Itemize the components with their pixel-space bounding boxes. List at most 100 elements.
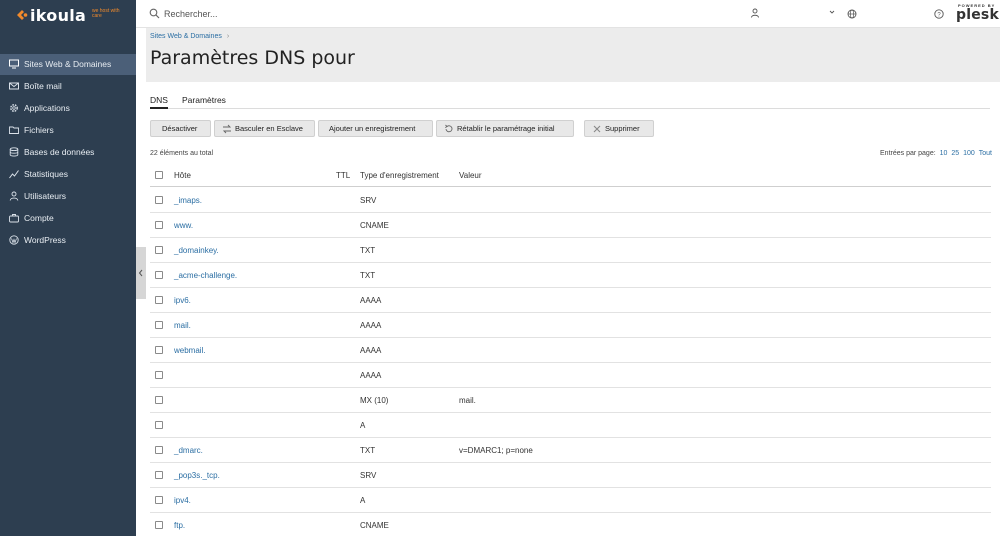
globe-icon[interactable] [847,9,857,19]
logo[interactable]: ikoula we host with care [0,0,136,28]
host-link[interactable]: _acme-challenge. [174,271,237,280]
help-icon[interactable]: ? [934,9,944,19]
sidebar-item-websites-domains[interactable]: Sites Web & Domaines [0,54,136,75]
column-header-host[interactable]: Hôte [174,171,191,180]
table-row: _acme-challenge. TXT [150,263,991,288]
table-row: A [150,413,991,438]
table-row: webmail. AAAA [150,338,991,363]
database-icon [9,147,19,157]
row-checkbox[interactable] [155,271,163,279]
host-link[interactable]: ftp. [174,521,185,530]
tab-dns[interactable]: DNS [150,95,168,109]
per-page-option-100[interactable]: 100 [963,150,975,157]
table-row: www. CNAME [150,213,991,238]
row-checkbox[interactable] [155,521,163,529]
switch-to-slave-button[interactable]: Basculer en Esclave [214,120,315,137]
table-row: _domainkey. TXT [150,238,991,263]
row-checkbox[interactable] [155,196,163,204]
switch-to-slave-button-label: Basculer en Esclave [235,124,303,133]
host-link[interactable]: _pop3s._tcp. [174,471,220,480]
folder-icon [9,126,19,134]
table-header: Hôte TTL Type d'enregistrement Valeur [150,163,991,187]
host-link[interactable]: _domainkey. [174,246,219,255]
column-header-value[interactable]: Valeur [459,171,482,180]
plesk-logo: plesk [956,7,999,23]
restore-default-button[interactable]: Rétablir le paramétrage initial [436,120,574,137]
host-link[interactable]: ipv4. [174,496,191,505]
row-checkbox[interactable] [155,471,163,479]
record-type-cell: AAAA [360,321,382,330]
record-type-cell: A [360,421,366,430]
per-page-option-25[interactable]: 25 [951,150,959,157]
page-title: Paramètres DNS pour [150,47,355,69]
record-type-cell: CNAME [360,221,389,230]
gear-icon [10,104,18,112]
row-checkbox[interactable] [155,496,163,504]
entries-per-page-label: Entrées par page: [880,150,936,157]
row-checkbox[interactable] [155,221,163,229]
add-record-button[interactable]: Ajouter un enregistrement [318,120,433,137]
search-input[interactable] [164,6,464,22]
row-checkbox[interactable] [155,296,163,304]
row-checkbox[interactable] [155,346,163,354]
sidebar-item-files[interactable]: Fichiers [0,120,136,141]
host-link[interactable]: webmail. [174,346,206,355]
row-checkbox[interactable] [155,246,163,254]
table-row: MX (10) mail. [150,388,991,413]
host-link[interactable]: _imaps. [174,196,202,205]
select-all-checkbox[interactable] [155,171,163,179]
chevron-down-icon[interactable] [828,8,836,16]
ikoula-logo-icon [17,10,28,20]
sidebar-item-applications[interactable]: Applications [0,98,136,119]
value-cell: v=DMARC1; p=none [459,446,533,455]
sidebar-item-label: Utilisateurs [24,191,67,201]
delete-button[interactable]: Supprimer [584,120,654,137]
per-page-option-all[interactable]: Tout [979,150,992,157]
row-checkbox[interactable] [155,396,163,404]
logo-text: ikoula [30,6,87,25]
record-type-cell: SRV [360,196,377,205]
column-header-type[interactable]: Type d'enregistrement [360,171,439,180]
sidebar-item-account[interactable]: Compte [0,208,136,229]
sidebar-item-wordpress[interactable]: WordPress [0,230,136,251]
record-type-cell: TXT [360,271,376,280]
account-icon [9,214,19,223]
stats-icon [9,170,19,179]
breadcrumb-link-websites-domains[interactable]: Sites Web & Domaines [150,33,222,40]
sidebar-item-label: Fichiers [24,125,54,135]
sidebar-item-label: Bases de données [24,147,95,157]
mail-icon [9,82,19,90]
record-type-cell: AAAA [360,346,382,355]
host-link[interactable]: _dmarc. [174,446,203,455]
add-record-button-label: Ajouter un enregistrement [329,124,416,133]
per-page-option-10[interactable]: 10 [940,150,948,157]
sidebar-collapse-handle[interactable] [136,247,146,299]
breadcrumb-separator: › [226,33,230,40]
entries-per-page: Entrées par page: 10 25 100 Tout [880,150,992,157]
tab-parametres[interactable]: Paramètres [182,95,226,109]
sidebar-item-mail[interactable]: Boîte mail [0,76,136,97]
row-checkbox[interactable] [155,371,163,379]
column-header-ttl[interactable]: TTL [336,171,350,180]
user-icon[interactable] [750,8,760,18]
chevron-left-icon [138,269,143,277]
deactivate-button[interactable]: Désactiver [150,120,211,137]
delete-button-label: Supprimer [605,124,640,133]
sidebar-item-label: WordPress [24,235,66,245]
host-link[interactable]: www. [174,221,193,230]
top-header: ikoula we host with care ? POWERED BY pl… [0,0,1000,28]
item-count: 22 éléments au total [150,150,214,157]
sidebar: Sites Web & Domaines Boîte mail Applicat… [0,28,136,536]
sidebar-item-databases[interactable]: Bases de données [0,142,136,163]
host-link[interactable]: mail. [174,321,191,330]
table-row: _dmarc. TXT v=DMARC1; p=none [150,438,991,463]
row-checkbox[interactable] [155,421,163,429]
sidebar-item-users[interactable]: Utilisateurs [0,186,136,207]
search-icon [149,8,160,19]
sidebar-item-statistics[interactable]: Statistiques [0,164,136,185]
host-link[interactable]: ipv6. [174,296,191,305]
row-checkbox[interactable] [155,321,163,329]
table-row: ipv4. A [150,488,991,513]
row-checkbox[interactable] [155,446,163,454]
record-type-cell: SRV [360,471,377,480]
